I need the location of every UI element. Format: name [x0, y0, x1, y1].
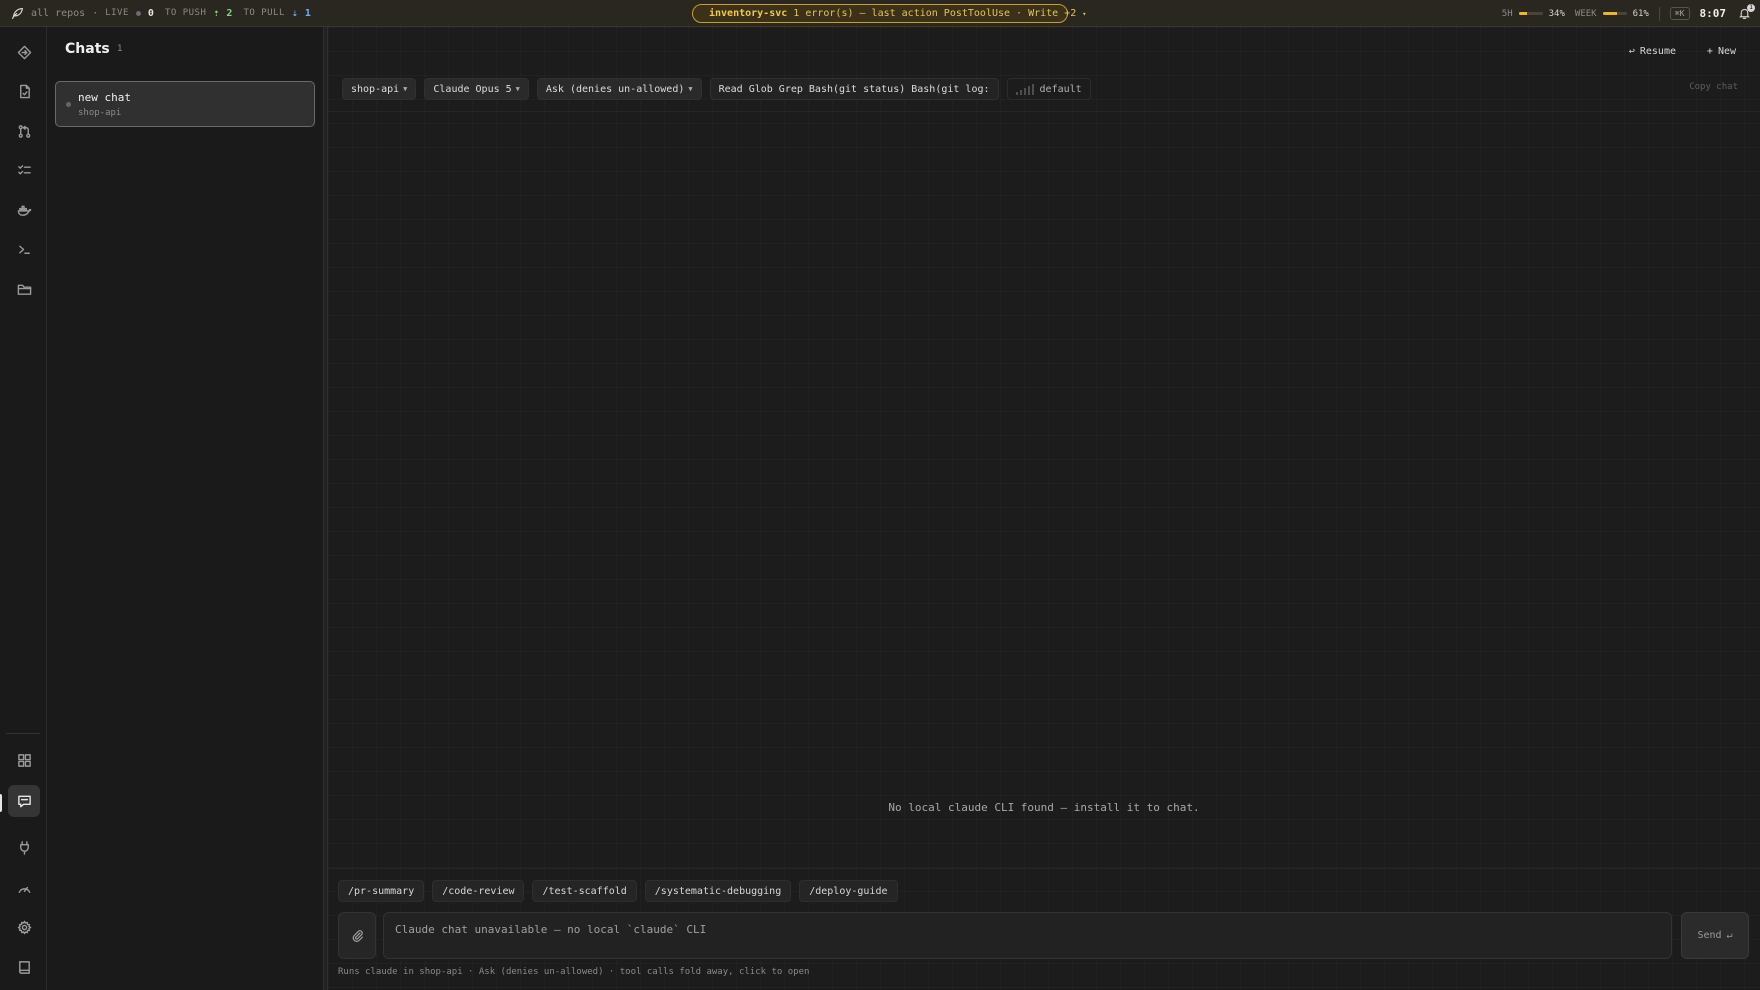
chats-count: 1	[117, 44, 123, 54]
chat-status-dot-icon	[66, 102, 71, 107]
slash-command-row: /pr-summary /code-review /test-scaffold …	[338, 880, 898, 902]
signal-bars-icon	[1015, 83, 1034, 95]
command-palette-shortcut[interactable]: ⌘K	[1669, 7, 1690, 20]
rail-grid-icon[interactable]	[8, 744, 40, 776]
attach-button[interactable]	[338, 912, 376, 959]
usage-week-meter	[1602, 12, 1627, 15]
send-button[interactable]: Send ↵	[1681, 912, 1749, 959]
top-bar-right: 5H 34% WEEK 61% ⌘K 8:07 1	[1501, 0, 1755, 27]
plus-icon: +	[1706, 45, 1713, 57]
usage-5h-meter	[1518, 12, 1543, 15]
pull-arrow-icon: ⇣	[291, 7, 298, 19]
model-select[interactable]: Claude Opus 5 ▼	[424, 78, 529, 100]
enter-key-icon: ↵	[1726, 930, 1733, 941]
chevron-down-icon: ▼	[403, 85, 408, 93]
status-extra: +2	[1064, 8, 1077, 19]
new-chat-button[interactable]: + New	[1699, 41, 1744, 61]
chevron-down-icon: ▾	[1082, 9, 1087, 18]
rail-folder-icon[interactable]	[8, 273, 40, 305]
to-push-label: TO PUSH	[164, 8, 207, 18]
composer-footer-note: Runs claude in shop-api · Ask (denies un…	[338, 967, 810, 977]
rail-book-icon[interactable]	[8, 951, 40, 983]
effort-select[interactable]: default	[1006, 78, 1091, 100]
live-dot-icon	[135, 10, 141, 16]
bell-icon[interactable]: 1	[1738, 3, 1755, 21]
rail-plug-icon[interactable]	[8, 831, 40, 863]
command-code-review[interactable]: /code-review	[432, 880, 525, 902]
status-message: 1 error(s) — last action PostToolUse · W…	[793, 8, 1059, 19]
left-rail	[0, 27, 47, 990]
usage-week-percent: 61%	[1632, 8, 1649, 19]
usage-5h-label: 5H	[1501, 8, 1513, 19]
resume-button[interactable]: ↩ Resume	[1621, 41, 1684, 61]
rail-checklist-icon[interactable]	[8, 154, 40, 186]
logo-feather-icon[interactable]	[10, 6, 24, 20]
command-deploy-guide[interactable]: /deploy-guide	[799, 880, 898, 902]
chats-panel: Chats 1 new chat shop-api	[47, 27, 324, 990]
command-pr-summary[interactable]: /pr-summary	[338, 880, 425, 902]
repo-scope[interactable]: all repos	[31, 8, 85, 19]
resume-icon: ↩	[1628, 45, 1635, 57]
rail-gear-icon[interactable]	[8, 911, 40, 943]
rail-docker-icon[interactable]	[8, 194, 40, 226]
notification-badge: 1	[1747, 3, 1755, 12]
status-service: inventory-svc	[709, 8, 788, 19]
chat-list-item[interactable]: new chat shop-api	[55, 81, 315, 127]
command-test-scaffold[interactable]: /test-scaffold	[532, 880, 637, 902]
chat-name: new chat	[78, 91, 131, 104]
chevron-down-icon: ▼	[688, 85, 693, 93]
rail-chat-icon[interactable]	[8, 785, 40, 817]
usage-week-label: WEEK	[1574, 8, 1597, 19]
command-systematic-debugging[interactable]: /systematic-debugging	[644, 880, 792, 902]
chat-repo: shop-api	[78, 108, 122, 118]
rail-terminal-icon[interactable]	[8, 233, 40, 265]
usage-5h-percent: 34%	[1548, 8, 1565, 19]
rail-diamond-icon[interactable]	[8, 36, 40, 68]
chat-toolbar: shop-api ▼ Claude Opus 5 ▼ Ask (denies u…	[342, 78, 1091, 100]
chat-main: ↩ Resume + New shop-api ▼ Claude Opus 5 …	[328, 27, 1760, 990]
push-count[interactable]: 2	[226, 8, 232, 19]
live-label: LIVE	[105, 8, 129, 18]
allowed-tools[interactable]: Read Glob Grep Bash(git status) Bash(git…	[709, 78, 999, 100]
status-pill[interactable]: inventory-svc 1 error(s) — last action P…	[692, 4, 1086, 23]
chats-title: Chats	[65, 41, 110, 57]
empty-state-message: No local claude CLI found — install it t…	[888, 801, 1200, 814]
top-bar-left: all repos · LIVE 0 TO PUSH ⇡ 2 TO PULL ⇣…	[0, 6, 311, 20]
rail-file-icon[interactable]	[8, 75, 40, 107]
rail-git-pull-request-icon[interactable]	[8, 115, 40, 147]
permission-select[interactable]: Ask (denies un-allowed) ▼	[536, 78, 702, 100]
live-count: 0	[147, 7, 154, 19]
push-arrow-icon: ⇡	[213, 7, 220, 19]
repo-select[interactable]: shop-api ▼	[342, 78, 417, 100]
copy-chat-button[interactable]: Copy chat	[1689, 82, 1738, 92]
message-input[interactable]: Claude chat unavailable — no local `clau…	[383, 912, 1672, 959]
pull-count[interactable]: 1	[305, 8, 311, 19]
paperclip-icon	[352, 930, 363, 942]
rail-gauge-icon[interactable]	[8, 872, 40, 904]
clock: 8:07	[1699, 7, 1727, 20]
to-pull-label: TO PULL	[243, 8, 285, 18]
top-bar: all repos · LIVE 0 TO PUSH ⇡ 2 TO PULL ⇣…	[0, 0, 1760, 27]
chevron-down-icon: ▼	[515, 85, 520, 93]
